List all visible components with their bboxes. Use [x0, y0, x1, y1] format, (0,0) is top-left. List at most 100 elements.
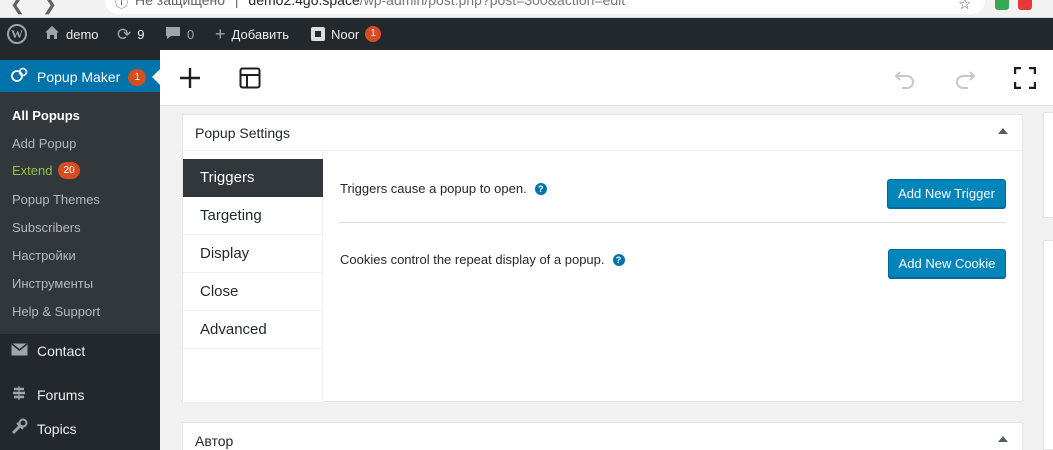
comments-count: 0: [187, 26, 195, 42]
tab-targeting[interactable]: Targeting: [183, 197, 323, 235]
wp-logo-menu[interactable]: W: [7, 18, 27, 50]
menu-label: Contact: [37, 343, 86, 359]
cookies-description: Cookies control the repeat display of a …: [340, 252, 625, 267]
menu-label: Popup Maker: [37, 69, 121, 85]
plus-icon: [180, 68, 200, 88]
submenu-extend[interactable]: Extend 20: [12, 162, 80, 179]
admin-sidebar: Popup Maker 1 All Popups Add Popup Exten…: [0, 50, 160, 450]
submenu-label: Popup Themes: [12, 192, 100, 207]
insecure-label: Не защищено: [135, 0, 225, 8]
collapse-arrow-icon[interactable]: [998, 128, 1008, 134]
address-bar[interactable]: ⓘ Не защищено | demo2.4go.space/wp-admin…: [105, 0, 985, 14]
cookies-text: Cookies control the repeat display of a …: [340, 252, 605, 267]
settings-tabs: Triggers Targeting Display Close Advance…: [183, 151, 323, 402]
menu-contact[interactable]: Contact: [0, 334, 160, 368]
forward-arrow-icon[interactable]: ❯: [42, 0, 57, 15]
menu-label: Topics: [37, 421, 77, 437]
updates-count: 9: [137, 26, 145, 42]
submenu-label: Help & Support: [12, 304, 101, 319]
menu-topics[interactable]: Topics: [0, 412, 160, 446]
add-new-trigger-button[interactable]: Add New Trigger: [887, 179, 1006, 208]
tools-icon: [9, 418, 29, 440]
add-block-button[interactable]: [174, 62, 206, 94]
undo-button[interactable]: [889, 62, 921, 94]
submenu-tools[interactable]: Инструменты: [12, 276, 93, 291]
menu-popup-maker[interactable]: Popup Maker 1: [0, 60, 160, 94]
tab-label: Display: [200, 245, 250, 262]
extension-icon[interactable]: [1018, 0, 1032, 10]
metabox-header[interactable]: Автор: [183, 423, 1022, 450]
home-icon: [44, 25, 60, 43]
sidebar-panel-edge: [1043, 240, 1053, 450]
sidebar-panel-edge: [1043, 112, 1053, 218]
help-icon[interactable]: ?: [612, 253, 625, 266]
url-path: /wp-admin/post.php?post=300&action=edit: [359, 0, 626, 8]
tab-label: Triggers: [200, 169, 255, 186]
submenu-label: Add Popup: [12, 136, 77, 151]
menu-label: Forums: [37, 387, 85, 403]
url-separator: |: [234, 0, 239, 8]
layout-icon: [239, 67, 261, 89]
plugin-icon: [311, 27, 325, 41]
tab-close[interactable]: Close: [183, 273, 323, 311]
fullscreen-button[interactable]: [1009, 62, 1041, 94]
extension-icon[interactable]: [995, 0, 1009, 10]
submenu-popup-themes[interactable]: Popup Themes: [12, 192, 100, 207]
tab-display[interactable]: Display: [183, 235, 323, 273]
extend-badge: 20: [58, 162, 80, 179]
submenu-label: Extend: [12, 163, 53, 178]
metabox-header[interactable]: Popup Settings: [183, 115, 1022, 151]
submenu-label: Инструменты: [12, 276, 94, 291]
tab-advanced[interactable]: Advanced: [183, 311, 323, 349]
author-metabox: Автор: [182, 422, 1023, 450]
site-name-menu[interactable]: demo: [44, 18, 99, 50]
submenu-label: Настройки: [12, 248, 76, 263]
tab-triggers[interactable]: Triggers: [183, 159, 323, 197]
plus-icon: +: [215, 24, 226, 44]
comments-menu[interactable]: 0: [165, 18, 194, 50]
submenu-add-popup[interactable]: Add Popup: [12, 136, 76, 151]
triggers-text: Triggers cause a popup to open.: [340, 181, 527, 196]
triggers-description: Triggers cause a popup to open. ?: [340, 181, 547, 196]
add-new-cookie-button[interactable]: Add New Cookie: [888, 249, 1006, 278]
redo-button[interactable]: [949, 62, 981, 94]
new-content-menu[interactable]: + Добавить: [215, 18, 289, 50]
submenu-help-support[interactable]: Help & Support: [12, 304, 100, 319]
back-arrow-icon[interactable]: ❮: [10, 0, 25, 15]
editor-toolbar: [160, 50, 1053, 106]
site-name: demo: [66, 26, 99, 42]
wordpress-logo-icon: W: [7, 24, 27, 44]
plugin-badge: 1: [365, 26, 382, 42]
row-divider: [339, 222, 1006, 223]
submenu-subscribers[interactable]: Subscribers: [12, 220, 81, 235]
envelope-icon: [9, 341, 29, 361]
submenu-settings[interactable]: Настройки: [12, 248, 76, 263]
comment-icon: [165, 26, 181, 43]
admin-bar: W demo ⟳ 9 0 + Добавить Noor 1: [0, 18, 1053, 50]
popup-settings-metabox: Popup Settings Triggers Targeting Displa…: [182, 114, 1023, 402]
updates-menu[interactable]: ⟳ 9: [117, 18, 144, 50]
block-navigation-button[interactable]: [234, 62, 266, 94]
menu-badge: 1: [128, 68, 147, 86]
browser-toolbar: ❮ ❯ ⓘ Не защищено | demo2.4go.space/wp-a…: [0, 0, 1053, 18]
bookmark-star-icon[interactable]: ☆: [958, 0, 971, 13]
metabox-title: Popup Settings: [195, 124, 290, 141]
fullscreen-icon: [1014, 67, 1036, 89]
plugin-menu[interactable]: Noor 1: [311, 18, 382, 50]
submenu-label: All Popups: [12, 108, 80, 123]
menu-forums[interactable]: Forums: [0, 378, 160, 412]
tab-label: Targeting: [200, 207, 262, 224]
forums-icon: [9, 385, 29, 406]
undo-icon: [894, 71, 914, 89]
tab-label: Advanced: [200, 321, 267, 338]
tab-label: Close: [200, 283, 239, 300]
popup-maker-icon: [9, 67, 29, 88]
popup-maker-submenu: All Popups Add Popup Extend 20 Popup Them…: [0, 92, 160, 334]
submenu-label: Subscribers: [12, 220, 81, 235]
submenu-all-popups[interactable]: All Popups: [12, 108, 80, 123]
metabox-title: Автор: [195, 432, 234, 449]
plugin-label: Noor: [331, 26, 360, 42]
collapse-arrow-icon[interactable]: [998, 436, 1008, 442]
help-icon[interactable]: ?: [534, 182, 547, 195]
info-icon[interactable]: ⓘ: [115, 0, 128, 11]
